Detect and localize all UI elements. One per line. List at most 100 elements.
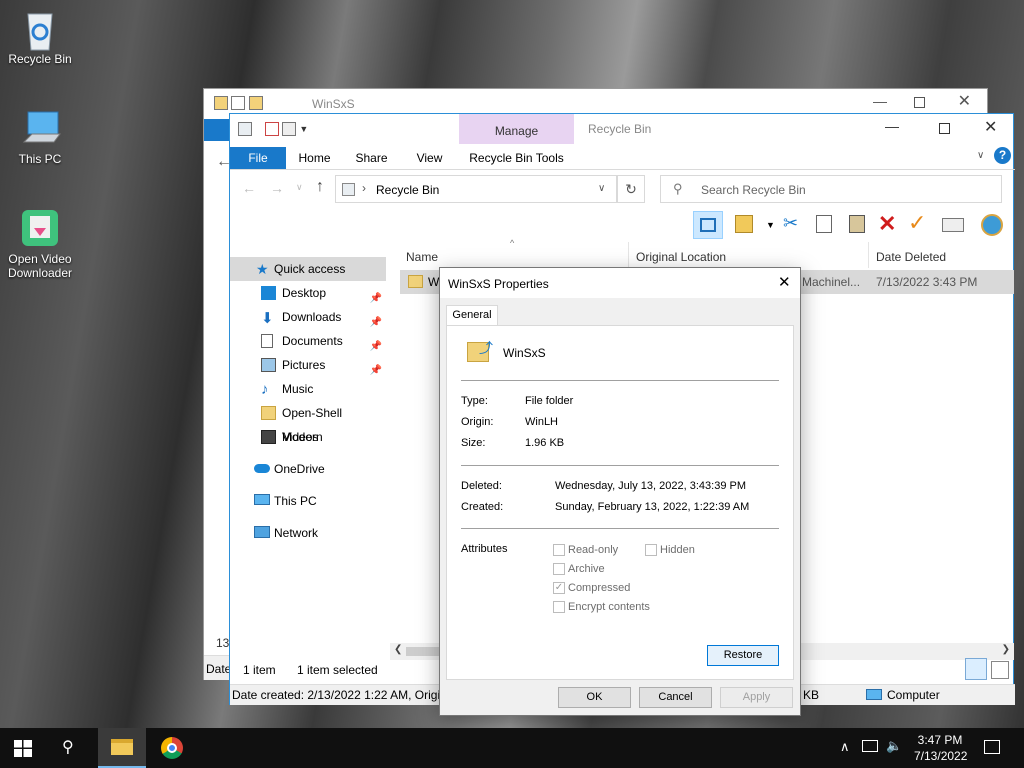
nav-this-pc[interactable]: This PC [230, 489, 386, 513]
delete-icon[interactable]: ✕ [878, 211, 896, 237]
breadcrumb[interactable]: Recycle Bin [376, 183, 439, 197]
nav-pictures[interactable]: Pictures 📌 [230, 353, 386, 377]
column-original-location[interactable]: Original Location [636, 246, 726, 268]
close-button[interactable]: ✕ [958, 91, 971, 111]
film-icon [261, 430, 276, 444]
size-label: Size: [461, 437, 486, 449]
encrypt-checkbox[interactable] [553, 601, 565, 613]
preview-pane-button[interactable] [693, 211, 723, 239]
volume-icon[interactable]: 🔈 [886, 738, 902, 754]
column-date-deleted[interactable]: Date Deleted [876, 246, 946, 268]
pictures-icon [261, 358, 276, 372]
help-icon[interactable]: ? [994, 147, 1011, 164]
nav-label: Music [282, 382, 314, 396]
cut-icon[interactable]: ✂ [783, 213, 798, 234]
tab-recycle-bin-tools[interactable]: Recycle Bin Tools [459, 147, 574, 169]
notifications-icon[interactable] [984, 740, 1000, 754]
minimize-button[interactable]: — [873, 93, 887, 109]
hidden-checkbox[interactable] [645, 544, 657, 556]
nav-network[interactable]: Network [230, 521, 386, 545]
nav-documents[interactable]: Documents 📌 [230, 329, 386, 353]
dialog-title: WinSxS Properties [448, 277, 549, 291]
window-title: Recycle Bin [588, 122, 652, 136]
show-hidden-icons-icon[interactable]: ∧ [840, 739, 850, 755]
refresh-button[interactable]: ↻ [617, 175, 645, 203]
created-label: Created: [461, 501, 504, 513]
search-icon[interactable]: ⚲ [62, 737, 74, 757]
tab-home[interactable]: Home [292, 147, 337, 169]
scroll-left-icon[interactable]: ❮ [394, 644, 402, 655]
file-explorer-taskbar-button[interactable] [98, 728, 146, 768]
windows-start-icon[interactable] [14, 740, 32, 757]
tab-share[interactable]: Share [349, 147, 394, 169]
expand-ribbon-icon[interactable]: ∨ [977, 150, 984, 161]
new-item-icon[interactable] [282, 121, 297, 136]
breadcrumb-chevron-icon[interactable]: › [362, 181, 366, 195]
address-bar[interactable]: › Recycle Bin ∨ [335, 175, 617, 203]
tab-general[interactable]: General [446, 305, 498, 325]
layout-icon[interactable] [735, 215, 753, 233]
search-box[interactable]: ⚲ Search Recycle Bin [660, 175, 1002, 203]
nav-quick-access[interactable]: ★ Quick access [230, 257, 386, 281]
hidden-label: Hidden [660, 544, 695, 556]
file-name: W [428, 275, 440, 289]
folder-icon [261, 406, 276, 420]
sort-ascending-icon: ^ [510, 238, 515, 248]
nav-videos[interactable]: Videos [230, 425, 386, 449]
layout-dropdown-icon[interactable]: ▼ [766, 220, 775, 230]
readonly-checkbox[interactable] [553, 544, 565, 556]
archive-checkbox[interactable] [553, 563, 565, 575]
status-selected: 1 item selected [297, 663, 378, 677]
tab-file[interactable]: File [230, 147, 286, 169]
apply-button[interactable]: Apply [720, 687, 793, 708]
nav-desktop[interactable]: Desktop 📌 [230, 281, 386, 305]
video-downloader-icon [20, 208, 60, 248]
nav-downloads[interactable]: ⬇ Downloads 📌 [230, 305, 386, 329]
properties-icon[interactable] [264, 121, 279, 136]
clock-time: 3:47 PM [917, 733, 963, 747]
chrome-icon[interactable] [161, 737, 183, 759]
cancel-button[interactable]: Cancel [639, 687, 712, 708]
address-dropdown-icon[interactable]: ∨ [598, 183, 605, 194]
nav-music[interactable]: ♪ Music [230, 377, 386, 401]
music-note-icon: ♪ [261, 381, 269, 398]
desktop-icon-recycle-bin[interactable]: Recycle Bin [0, 8, 80, 66]
column-name[interactable]: Name [406, 246, 438, 268]
rename-icon[interactable] [942, 218, 964, 232]
quick-access-toolbar: ▼ [238, 121, 308, 136]
copy-icon[interactable] [816, 215, 832, 233]
minimize-button[interactable]: — [885, 118, 899, 134]
customize-toolbar-icon[interactable]: ▼ [299, 124, 308, 134]
details-view-button[interactable] [965, 658, 987, 680]
globe-icon[interactable] [981, 214, 1003, 236]
network-icon[interactable] [862, 740, 878, 752]
recent-locations-icon[interactable]: ∨ [296, 182, 303, 193]
compressed-checkbox[interactable]: ✓ [553, 582, 565, 594]
up-arrow-icon[interactable]: ↑ [316, 178, 324, 196]
maximize-button[interactable] [939, 123, 950, 134]
nav-open-shell[interactable]: Open-Shell Modern [230, 401, 386, 444]
restore-button[interactable]: Restore [707, 645, 779, 666]
desktop-icon-this-pc[interactable]: This PC [0, 108, 80, 166]
clock[interactable]: 3:47 PM 7/13/2022 [914, 733, 967, 763]
ok-button[interactable]: OK [558, 687, 631, 708]
recycle-bin-small-icon [342, 183, 355, 196]
paste-icon[interactable] [849, 215, 865, 233]
nav-onedrive[interactable]: OneDrive [230, 457, 386, 481]
close-button[interactable]: ✕ [984, 117, 997, 137]
back-arrow-icon[interactable]: ← [242, 180, 256, 196]
item-name: WinSxS [503, 346, 546, 360]
dialog-close-icon[interactable]: ✕ [778, 273, 791, 291]
properties-dialog[interactable]: WinSxS Properties ✕ General ⤴ WinSxS Typ… [439, 267, 801, 716]
type-value: File folder [525, 395, 574, 407]
desktop-icon-open-video-downloader[interactable]: Open Video Downloader [0, 208, 80, 280]
maximize-button[interactable] [914, 97, 925, 108]
origin-label: Origin: [461, 416, 494, 428]
file-tab[interactable] [204, 119, 230, 141]
forward-arrow-icon[interactable]: → [270, 180, 284, 196]
scroll-right-icon[interactable]: ❯ [1002, 644, 1010, 655]
checkmark-icon[interactable]: ✓ [908, 210, 926, 236]
tab-view[interactable]: View [407, 147, 452, 169]
taskbar: ⚲ ∧ 🔈 3:47 PM 7/13/2022 [0, 728, 1024, 768]
large-icons-view-button[interactable] [991, 661, 1009, 679]
